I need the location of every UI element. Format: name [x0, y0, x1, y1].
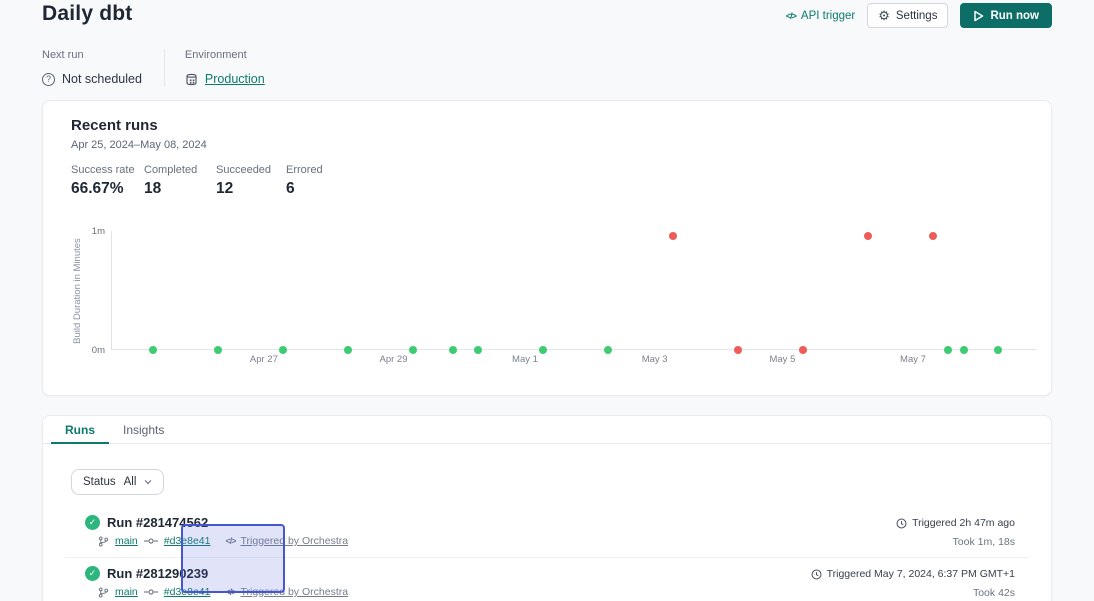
run-row-right: Triggered 2h 47m ago Took 1m, 18s	[896, 515, 1015, 548]
stat-value: 66.67%	[71, 180, 144, 198]
header-actions: </> API trigger ⚙ Settings Run now	[786, 3, 1052, 28]
page-title: Daily dbt	[42, 2, 132, 26]
tab-runs[interactable]: Runs	[51, 416, 109, 443]
run-data-point-success[interactable]	[474, 346, 482, 354]
run-data-point-success[interactable]	[149, 346, 157, 354]
run-data-point-success[interactable]	[344, 346, 352, 354]
stat-succeeded: Succeeded 12	[216, 164, 286, 198]
gear-icon: ⚙	[878, 9, 890, 22]
run-data-point-error[interactable]	[864, 232, 872, 240]
settings-button[interactable]: ⚙ Settings	[867, 3, 948, 28]
run-data-point-success[interactable]	[994, 346, 1002, 354]
check-circle-icon: ✓	[85, 515, 100, 530]
stat-value: 18	[144, 180, 216, 198]
page-header: Daily dbt </> API trigger ⚙ Settings Run…	[42, 2, 1052, 28]
x-axis-tick-label: Apr 27	[244, 354, 284, 365]
chart-plot: Apr 27Apr 29May 1May 3May 5May 7	[111, 231, 1037, 350]
tab-bar: Runs Insights	[43, 416, 1051, 444]
settings-label: Settings	[896, 10, 938, 22]
branch-link[interactable]: main	[115, 535, 138, 547]
next-run-value: Not scheduled	[62, 72, 142, 86]
triggered-text: Triggered May 7, 2024, 6:37 PM GMT+1	[827, 568, 1015, 580]
x-axis-tick-label: Apr 29	[374, 354, 414, 365]
x-axis-tick-label: May 3	[635, 354, 675, 365]
stat-value: 12	[216, 180, 286, 198]
triggered-text: Triggered 2h 47m ago	[912, 517, 1015, 529]
run-now-button[interactable]: Run now	[960, 3, 1052, 28]
selection-highlight	[181, 524, 285, 593]
x-axis-tick-label: May 5	[762, 354, 802, 365]
stat-success-rate: Success rate 66.67%	[71, 164, 144, 198]
run-data-point-success[interactable]	[279, 346, 287, 354]
code-icon: </>	[786, 11, 796, 21]
stat-label: Succeeded	[216, 164, 286, 176]
took-text: Took 1m, 18s	[896, 536, 1015, 548]
database-icon	[185, 73, 198, 86]
help-circle-icon: ?	[42, 73, 55, 86]
branch-link[interactable]: main	[115, 586, 138, 598]
x-axis-tick-label: May 1	[505, 354, 545, 365]
git-commit-icon	[144, 536, 158, 546]
run-now-label: Run now	[990, 10, 1039, 22]
stat-value: 6	[286, 180, 323, 198]
clock-icon	[896, 518, 907, 529]
run-data-point-success[interactable]	[944, 346, 952, 354]
stat-completed: Completed 18	[144, 164, 216, 198]
status-filter-value: All	[124, 476, 137, 488]
environment-value-row: Production	[185, 72, 265, 86]
run-data-point-error[interactable]	[929, 232, 937, 240]
recent-runs-card: Recent runs Apr 25, 2024–May 08, 2024 Su…	[42, 100, 1052, 396]
recent-runs-date-range: Apr 25, 2024–May 08, 2024	[71, 139, 207, 151]
y-axis-tick-label: 0m	[73, 345, 105, 356]
next-run-label: Next run	[42, 49, 142, 61]
stat-label: Completed	[144, 164, 216, 176]
stat-label: Success rate	[71, 164, 144, 176]
api-trigger-link[interactable]: </> API trigger	[786, 10, 855, 22]
environment-link[interactable]: Production	[205, 72, 265, 86]
status-filter-dropdown[interactable]: Status All	[71, 469, 164, 495]
status-filter-label: Status	[83, 476, 116, 488]
next-run-value-row: ? Not scheduled	[42, 72, 142, 86]
run-data-point-success[interactable]	[409, 346, 417, 354]
stat-label: Errored	[286, 164, 323, 176]
took-text: Took 42s	[811, 587, 1015, 599]
run-data-point-error[interactable]	[734, 346, 742, 354]
environment-label: Environment	[185, 49, 265, 61]
run-data-point-error[interactable]	[799, 346, 807, 354]
api-trigger-label: API trigger	[801, 10, 855, 22]
run-row-right: Triggered May 7, 2024, 6:37 PM GMT+1 Too…	[811, 566, 1015, 599]
run-data-point-success[interactable]	[960, 346, 968, 354]
run-data-point-error[interactable]	[669, 232, 677, 240]
job-page: Daily dbt </> API trigger ⚙ Settings Run…	[0, 0, 1094, 601]
git-branch-icon	[98, 587, 109, 598]
play-icon	[973, 10, 984, 22]
run-data-point-success[interactable]	[214, 346, 222, 354]
recent-runs-title: Recent runs	[71, 117, 158, 134]
job-meta: Next run ? Not scheduled Environment Pro…	[42, 49, 265, 86]
run-data-point-success[interactable]	[449, 346, 457, 354]
chevron-down-icon	[144, 478, 152, 486]
git-branch-icon	[98, 536, 109, 547]
y-axis-tick-label: 1m	[73, 226, 105, 237]
clock-icon	[811, 569, 822, 580]
environment-block: Environment Production	[165, 49, 265, 86]
run-data-point-success[interactable]	[604, 346, 612, 354]
tab-insights[interactable]: Insights	[109, 416, 178, 443]
run-data-point-success[interactable]	[539, 346, 547, 354]
stats-row: Success rate 66.67% Completed 18 Succeed…	[71, 164, 323, 198]
check-circle-icon: ✓	[85, 566, 100, 581]
next-run-block: Next run ? Not scheduled	[42, 49, 165, 86]
x-axis-tick-label: May 7	[893, 354, 933, 365]
stat-errored: Errored 6	[286, 164, 323, 198]
git-commit-icon	[144, 587, 158, 597]
